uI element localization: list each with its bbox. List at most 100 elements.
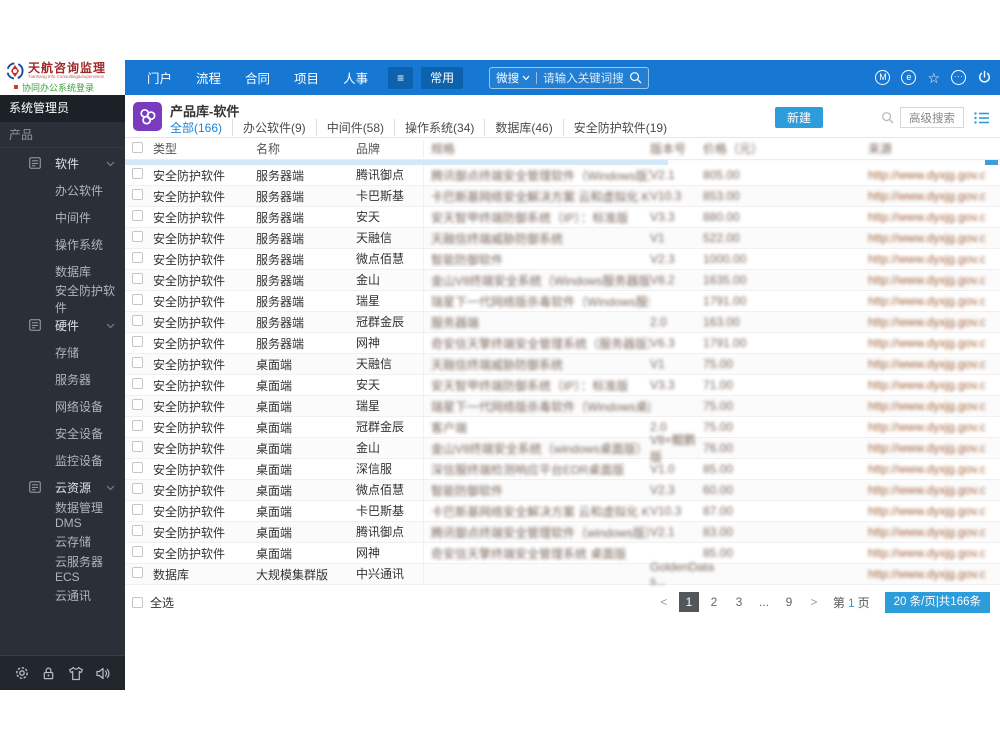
global-search-bar[interactable]: 微搜 请输入关键词搜: [489, 66, 649, 89]
prev-page-button[interactable]: <: [654, 592, 674, 612]
row-checkbox[interactable]: [132, 231, 143, 242]
table-row[interactable]: 安全防护软件 桌面端 瑞星 瑞星下一代网络版杀毒软件（Windows桌面版） 7…: [125, 395, 1000, 417]
search-icon[interactable]: [629, 71, 642, 84]
table-search-input[interactable]: [837, 107, 881, 128]
column-header-price[interactable]: 价格（元）: [703, 140, 868, 157]
theme-shirt-icon[interactable]: [68, 666, 84, 681]
row-checkbox[interactable]: [132, 483, 143, 494]
row-checkbox[interactable]: [132, 525, 143, 536]
sidebar-item[interactable]: 安全设备: [0, 420, 125, 447]
search-scope-select[interactable]: 微搜: [496, 70, 519, 86]
current-page-value[interactable]: 1: [845, 596, 858, 610]
oa-login-link[interactable]: 协同办公系统登录: [6, 81, 125, 94]
category-tab[interactable]: 操作系统(34): [394, 119, 484, 136]
table-row[interactable]: 安全防护软件 桌面端 安天 安天智甲终端防御系统（IP）：标准版 V3.3 71…: [125, 374, 1000, 396]
table-row[interactable]: 安全防护软件 服务器端 瑞星 瑞星下一代网络版杀毒软件（Windows服务器版）…: [125, 290, 1000, 312]
row-checkbox[interactable]: [132, 210, 143, 221]
page-number-button[interactable]: ...: [754, 592, 774, 612]
sidebar-section-product[interactable]: 产品: [0, 122, 125, 148]
category-tab[interactable]: 中间件(58): [315, 119, 394, 136]
table-row[interactable]: 安全防护软件 桌面端 卡巴斯基 卡巴斯基网络安全解决方案 云和虚拟化 KS...…: [125, 500, 1000, 522]
sidebar-item[interactable]: 安全防护软件: [0, 284, 125, 315]
category-tab[interactable]: 安全防护软件(19): [562, 119, 677, 136]
row-checkbox[interactable]: [132, 462, 143, 473]
table-row[interactable]: 安全防护软件 服务器端 金山 金山V8终端安全系统（Windows服务器版） V…: [125, 269, 1000, 291]
nav-menu-item[interactable]: 项目: [282, 68, 331, 87]
table-row[interactable]: 安全防护软件 桌面端 冠群金辰 客户端 2.0 75.00 http://www…: [125, 416, 1000, 438]
page-number-button[interactable]: 9: [779, 592, 799, 612]
table-row[interactable]: 安全防护软件 桌面端 深信服 深信服终端检测响应平台EDR桌面版 V1.0 85…: [125, 458, 1000, 480]
sidebar-item[interactable]: 服务器: [0, 366, 125, 393]
table-row[interactable]: 安全防护软件 服务器端 天融信 天融信终端威胁防御系统 V1 522.00 ht…: [125, 227, 1000, 249]
next-page-button[interactable]: >: [804, 592, 824, 612]
row-checkbox[interactable]: [132, 420, 143, 431]
page-number-button[interactable]: 3: [729, 592, 749, 612]
table-row[interactable]: 安全防护软件 桌面端 微点佰慧 智能防御软件 V2.3 60.00 http:/…: [125, 479, 1000, 501]
table-row[interactable]: 安全防护软件 桌面端 网神 奇安信天擎终端安全管理系统 桌面版 85.00 ht…: [125, 542, 1000, 564]
category-tab[interactable]: 办公软件(9): [232, 119, 316, 136]
row-checkbox[interactable]: [132, 294, 143, 305]
select-all-checkbox[interactable]: [132, 596, 143, 608]
column-header-source[interactable]: 来源: [868, 140, 985, 157]
speaker-volume-icon[interactable]: [95, 666, 111, 681]
horizontal-scrollbar[interactable]: [125, 160, 1000, 165]
search-icon[interactable]: [881, 111, 894, 124]
feedback-icon[interactable]: e: [901, 70, 917, 85]
scrollbar-thumb[interactable]: [125, 160, 668, 165]
sidebar-item[interactable]: 存储: [0, 339, 125, 366]
table-row[interactable]: 安全防护软件 服务器端 微点佰慧 智能防御软件 V2.3 1000.00 htt…: [125, 248, 1000, 270]
settings-gear-icon[interactable]: [14, 665, 30, 681]
new-button[interactable]: 新建: [774, 107, 823, 128]
column-header-brand[interactable]: 品牌: [356, 140, 424, 157]
advanced-search-button[interactable]: 高级搜索: [900, 107, 964, 128]
row-checkbox[interactable]: [132, 546, 143, 557]
favorites-star-icon[interactable]: ☆: [927, 71, 940, 85]
category-tab[interactable]: 全部(166): [170, 119, 232, 136]
sidebar-item[interactable]: 办公软件: [0, 177, 125, 204]
select-all-label[interactable]: 全选: [150, 594, 174, 611]
sidebar-item[interactable]: 软件: [0, 150, 125, 177]
row-checkbox[interactable]: [132, 399, 143, 410]
sidebar-item[interactable]: 中间件: [0, 204, 125, 231]
table-row[interactable]: 安全防护软件 服务器端 安天 安天智甲终端防御系统（IP）：标准版 V3.3 8…: [125, 206, 1000, 228]
nav-menu-item[interactable]: 合同: [233, 68, 282, 87]
select-all-checkbox[interactable]: [132, 141, 143, 153]
table-row[interactable]: 数据库 大规模集群版 中兴通讯 GoldenData s... http://w…: [125, 560, 1000, 588]
sidebar-item[interactable]: 云服务器ECS: [0, 555, 125, 584]
sidebar-item[interactable]: 监控设备: [0, 447, 125, 474]
row-checkbox[interactable]: [132, 504, 143, 515]
page-number-button[interactable]: 2: [704, 592, 724, 612]
row-checkbox[interactable]: [132, 441, 143, 452]
sidebar-item[interactable]: 云存储: [0, 528, 125, 555]
row-checkbox[interactable]: [132, 336, 143, 347]
row-checkbox[interactable]: [132, 378, 143, 389]
sidebar-item[interactable]: 数据管理DMS: [0, 501, 125, 530]
row-checkbox[interactable]: [132, 357, 143, 368]
table-row[interactable]: 安全防护软件 服务器端 腾讯御点 腾讯御点终端安全管理软件（Windows版） …: [125, 164, 1000, 186]
table-row[interactable]: 安全防护软件 桌面端 腾讯御点 腾讯御点终端安全管理软件（windows版）：V…: [125, 521, 1000, 543]
category-tab[interactable]: 数据库(46): [484, 119, 562, 136]
table-row[interactable]: 安全防护软件 桌面端 天融信 天融信终端威胁防御系统 V1 75.00 http…: [125, 353, 1000, 375]
nav-common-button[interactable]: 常用: [421, 66, 464, 89]
sidebar-item[interactable]: 云资源: [0, 474, 125, 501]
table-row[interactable]: 安全防护软件 桌面端 金山 金山V8终端安全系统（windows桌面版） V8+…: [125, 433, 1000, 464]
sidebar-item[interactable]: 操作系统: [0, 231, 125, 258]
table-row[interactable]: 安全防护软件 服务器端 卡巴斯基 卡巴斯基网络安全解决方案 云和虚拟化 KS..…: [125, 185, 1000, 207]
sidebar-item[interactable]: 硬件: [0, 312, 125, 339]
nav-menu-item[interactable]: 人事: [331, 68, 380, 87]
table-row[interactable]: 安全防护软件 服务器端 网神 奇安信天擎终端安全管理系统（服务器版） V6.3 …: [125, 332, 1000, 354]
row-checkbox[interactable]: [132, 315, 143, 326]
power-logout-icon[interactable]: [977, 70, 992, 85]
page-number-button[interactable]: 1: [678, 592, 699, 612]
list-view-icon[interactable]: [974, 111, 990, 125]
sidebar-item[interactable]: 网络设备: [0, 393, 125, 420]
column-header-type[interactable]: 类型: [151, 140, 256, 157]
column-header-name[interactable]: 名称: [256, 140, 356, 157]
search-input[interactable]: 请输入关键词搜: [543, 70, 624, 86]
row-checkbox[interactable]: [132, 189, 143, 200]
row-checkbox[interactable]: [132, 252, 143, 263]
table-row[interactable]: 安全防护软件 服务器端 冠群金辰 服务器端 2.0 163.00 http://…: [125, 311, 1000, 333]
row-checkbox[interactable]: [132, 567, 143, 578]
row-checkbox[interactable]: [132, 168, 143, 179]
column-header-version[interactable]: 版本号: [650, 140, 703, 157]
